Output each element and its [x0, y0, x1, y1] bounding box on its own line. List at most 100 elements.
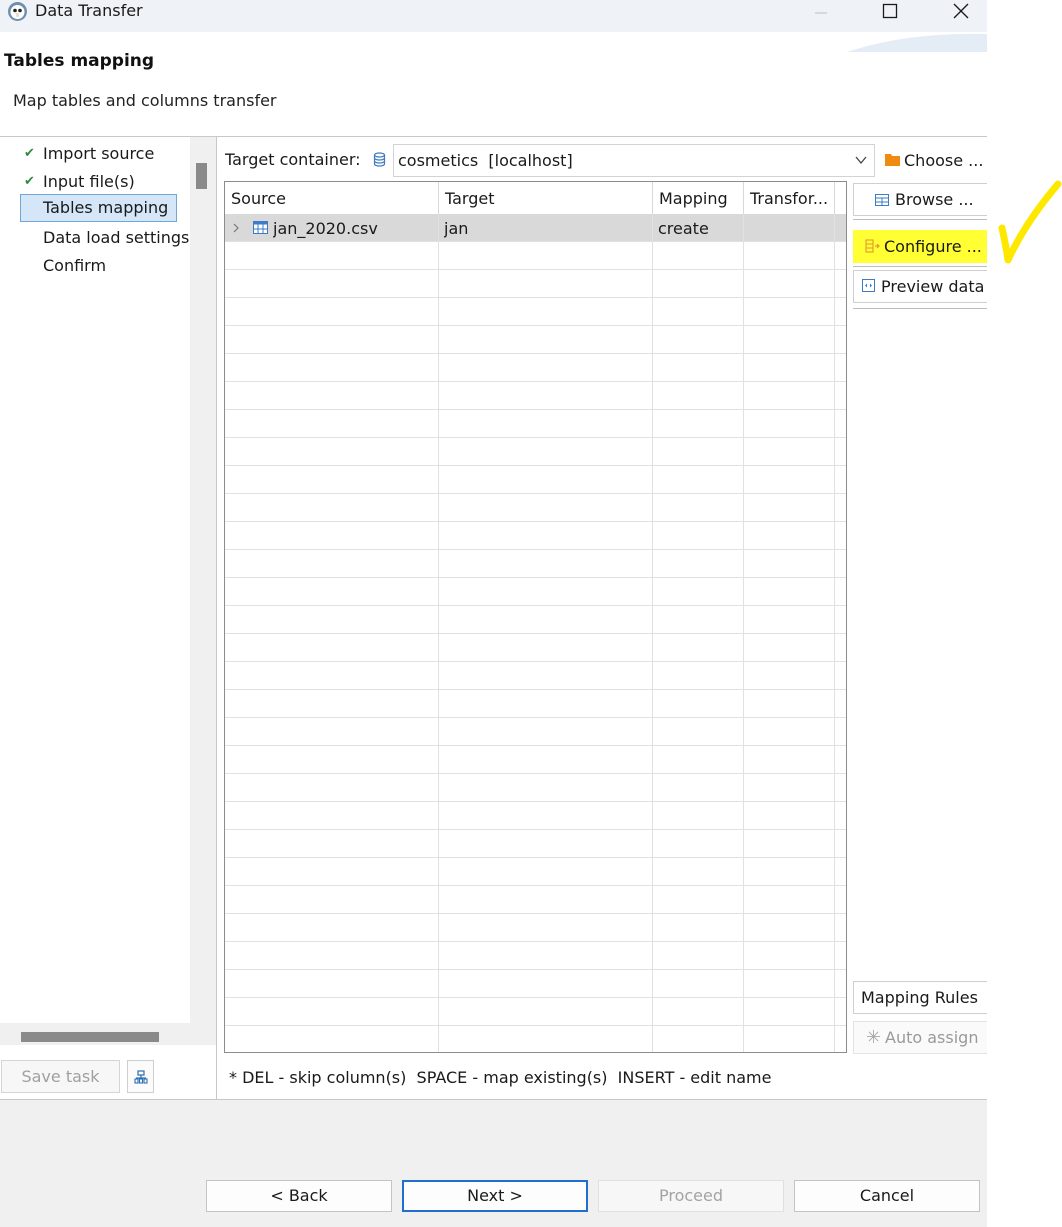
- empty-table-row: [225, 830, 846, 858]
- empty-table-row: [225, 354, 846, 382]
- check-icon: ✔: [24, 174, 35, 189]
- empty-table-row: [225, 270, 846, 298]
- empty-table-row: [225, 494, 846, 522]
- empty-table-row: [225, 1026, 846, 1052]
- page-subtitle: Map tables and columns transfer: [13, 91, 277, 110]
- mapping-table[interactable]: Source Target Mapping Transfor... jan_20…: [224, 181, 847, 1053]
- empty-table-row: [225, 550, 846, 578]
- table-icon: [253, 221, 268, 234]
- next-button[interactable]: Next >: [402, 1180, 588, 1212]
- vertical-scrollbar-thumb[interactable]: [196, 163, 207, 189]
- nav-item-label: Import source: [43, 144, 155, 163]
- empty-table-row: [225, 466, 846, 494]
- preview-data-button[interactable]: Preview data: [853, 270, 987, 303]
- auto-assign-button-label: Auto assign: [885, 1028, 979, 1047]
- empty-table-row: [225, 746, 846, 774]
- horizontal-scrollbar-thumb[interactable]: [21, 1032, 159, 1042]
- vertical-scrollbar[interactable]: [190, 137, 216, 1023]
- close-button[interactable]: [938, 0, 984, 22]
- nav-item-label: Tables mapping: [43, 198, 169, 217]
- empty-table-row: [225, 382, 846, 410]
- empty-table-row: [225, 802, 846, 830]
- empty-table-row: [225, 886, 846, 914]
- target-container-value: cosmetics [localhost]: [398, 151, 573, 170]
- cell-source: jan_2020.csv: [273, 219, 378, 238]
- task-config-button[interactable]: [127, 1060, 154, 1093]
- divider: [853, 219, 987, 220]
- window-title: Data Transfer: [35, 1, 143, 20]
- nav-item-label: Input file(s): [43, 172, 135, 191]
- check-icon: ✔: [24, 146, 35, 161]
- empty-table-row: [225, 242, 846, 270]
- preview-data-button-label: Preview data: [881, 277, 985, 296]
- empty-table-row: [225, 298, 846, 326]
- nav-item-label: Data load settings: [43, 228, 190, 247]
- empty-table-row: [225, 522, 846, 550]
- cancel-button[interactable]: Cancel: [794, 1180, 980, 1212]
- auto-assign-button[interactable]: ✳ Auto assign: [853, 1021, 987, 1054]
- header-decoration: [847, 33, 987, 52]
- target-container-label: Target container:: [225, 150, 361, 169]
- asterisk-icon: ✳: [866, 1027, 882, 1048]
- cell-mapping: create: [658, 219, 709, 238]
- empty-table-row: [225, 438, 846, 466]
- column-header-source[interactable]: Source: [225, 182, 439, 214]
- column-header-transform[interactable]: Transfor...: [744, 182, 835, 214]
- choose-button-label: Choose ...: [904, 151, 984, 170]
- empty-table-row: [225, 634, 846, 662]
- divider: [853, 308, 987, 309]
- check-annotation-icon: [998, 180, 1062, 264]
- table-icon: [875, 194, 889, 206]
- empty-table-row: [225, 718, 846, 746]
- maximize-button[interactable]: [867, 0, 913, 22]
- choose-container-button[interactable]: Choose ...: [880, 144, 987, 177]
- empty-table-row: [225, 410, 846, 438]
- task-icon: [133, 1069, 148, 1084]
- empty-table-row: [225, 998, 846, 1026]
- page-title: Tables mapping: [4, 51, 155, 71]
- minimize-button[interactable]: [798, 0, 844, 22]
- nav-item-label: Confirm: [43, 256, 107, 275]
- database-icon: [373, 152, 386, 167]
- empty-table-row: [225, 690, 846, 718]
- column-header-target[interactable]: Target: [439, 182, 653, 214]
- browse-button-label: Browse ...: [895, 190, 974, 209]
- dbeaver-icon: [8, 2, 27, 21]
- mapping-rules-button-label: Mapping Rules: [861, 988, 978, 1007]
- table-row[interactable]: jan_2020.csv jan create: [225, 214, 846, 242]
- proceed-button[interactable]: Proceed: [598, 1180, 784, 1212]
- empty-table-row: [225, 942, 846, 970]
- table-header: Source Target Mapping Transfor...: [225, 182, 846, 214]
- folder-icon: [885, 154, 900, 166]
- close-icon: [953, 3, 969, 19]
- back-button[interactable]: < Back: [206, 1180, 392, 1212]
- browse-button[interactable]: Browse ...: [853, 183, 987, 216]
- empty-table-row: [225, 858, 846, 886]
- save-task-button[interactable]: Save task: [1, 1060, 120, 1093]
- divider: [853, 266, 987, 267]
- configure-button-label: Configure ...: [884, 237, 982, 256]
- expand-chevron-icon[interactable]: [232, 222, 240, 234]
- configure-button[interactable]: Configure ...: [853, 230, 987, 263]
- wizard-steps-list: ✔ Import source ✔ Input file(s) Tables m…: [0, 137, 190, 1023]
- preview-icon: [862, 279, 875, 292]
- empty-table-row: [225, 774, 846, 802]
- nav-item-tables-mapping[interactable]: Tables mapping: [20, 194, 177, 222]
- cell-target: jan: [444, 219, 469, 238]
- empty-table-row: [225, 970, 846, 998]
- empty-table-row: [225, 578, 846, 606]
- wizard-header: Tables mapping Map tables and columns tr…: [0, 32, 987, 137]
- column-divider: [834, 214, 835, 1052]
- mapping-rules-button[interactable]: Mapping Rules: [853, 981, 987, 1014]
- divider: [216, 137, 217, 1100]
- empty-table-row: [225, 914, 846, 942]
- column-divider: [652, 214, 653, 1052]
- empty-table-row: [225, 662, 846, 690]
- chevron-down-icon: [855, 156, 867, 165]
- column-header-mapping[interactable]: Mapping: [653, 182, 744, 214]
- empty-table-row: [225, 326, 846, 354]
- wizard-steps-panel: ✔ Import source ✔ Input file(s) Tables m…: [0, 137, 216, 1099]
- column-divider: [438, 214, 439, 1052]
- keyboard-hint: * DEL - skip column(s) SPACE - map exist…: [229, 1068, 772, 1087]
- target-container-select[interactable]: cosmetics [localhost]: [393, 144, 875, 177]
